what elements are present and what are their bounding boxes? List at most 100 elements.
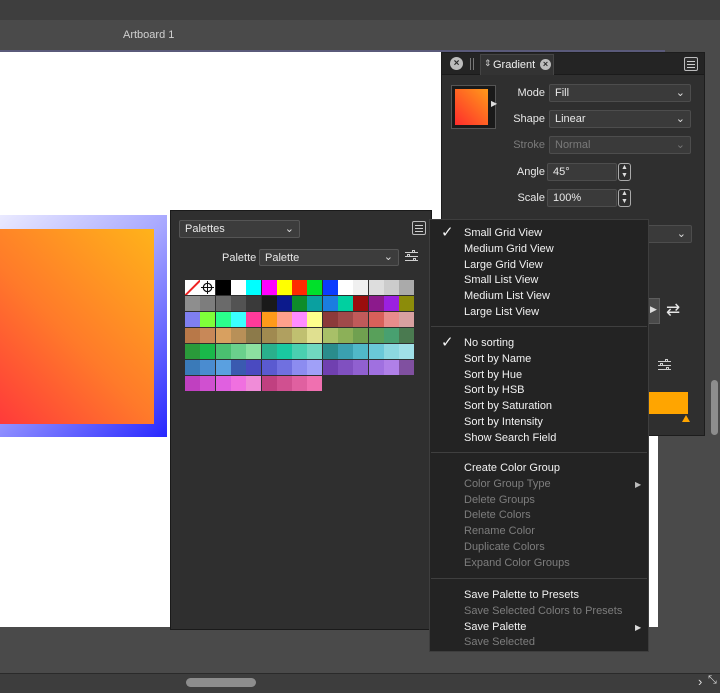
color-swatch[interactable] bbox=[200, 328, 216, 343]
angle-input[interactable]: 45° bbox=[547, 163, 617, 181]
color-swatch[interactable] bbox=[230, 360, 246, 375]
menu-item-large-grid-view[interactable]: Large Grid View bbox=[464, 259, 543, 271]
resize-grip-icon[interactable]: ⤡ bbox=[708, 674, 717, 687]
vertical-scrollbar-thumb[interactable] bbox=[711, 380, 718, 435]
gradient-type-select[interactable]: ⌄ bbox=[646, 225, 692, 243]
color-swatch[interactable] bbox=[368, 360, 384, 375]
color-swatch[interactable] bbox=[200, 312, 216, 327]
color-swatch[interactable] bbox=[338, 344, 353, 359]
color-swatch[interactable] bbox=[261, 280, 277, 295]
color-swatch[interactable] bbox=[246, 312, 262, 327]
panel-select-dropdown[interactable]: Palettes ⌄ bbox=[179, 220, 300, 238]
stepper-arrows-icon[interactable]: ▲ ▼ bbox=[618, 189, 631, 207]
color-swatch[interactable] bbox=[261, 296, 277, 311]
color-swatch[interactable] bbox=[230, 376, 246, 391]
color-swatch[interactable] bbox=[353, 328, 369, 343]
color-swatch[interactable] bbox=[276, 376, 292, 391]
menu-item-small-grid-view[interactable]: Small Grid View bbox=[464, 227, 542, 239]
color-swatch[interactable] bbox=[230, 312, 246, 327]
menu-item-sort-by-hsb[interactable]: Sort by HSB bbox=[464, 384, 525, 396]
color-swatch[interactable] bbox=[383, 280, 399, 295]
menu-item-create-color-group[interactable]: Create Color Group bbox=[464, 462, 560, 474]
color-swatch[interactable] bbox=[399, 328, 415, 343]
menu-item-small-list-view[interactable]: Small List View bbox=[464, 274, 538, 286]
color-swatch[interactable] bbox=[292, 360, 308, 375]
scale-input[interactable]: 100% bbox=[547, 189, 617, 207]
color-swatch[interactable] bbox=[185, 312, 200, 327]
menu-item-save-palette-to-presets[interactable]: Save Palette to Presets bbox=[464, 589, 579, 601]
color-swatch[interactable] bbox=[368, 312, 384, 327]
gradient-stop-marker[interactable] bbox=[682, 415, 690, 422]
color-swatch[interactable] bbox=[399, 296, 415, 311]
color-swatch[interactable] bbox=[261, 376, 277, 391]
color-swatch[interactable] bbox=[307, 296, 323, 311]
sliders-icon[interactable] bbox=[405, 250, 418, 262]
chevron-right-icon[interactable]: › bbox=[698, 674, 702, 689]
panel-menu-icon[interactable] bbox=[412, 221, 426, 235]
color-swatch[interactable] bbox=[261, 360, 277, 375]
color-swatch[interactable] bbox=[185, 344, 200, 359]
close-tab-icon[interactable]: × bbox=[540, 59, 551, 70]
color-swatch[interactable] bbox=[292, 376, 308, 391]
color-swatch[interactable] bbox=[399, 312, 415, 327]
color-swatch[interactable] bbox=[338, 360, 353, 375]
color-swatch[interactable] bbox=[230, 344, 246, 359]
color-swatch[interactable] bbox=[307, 280, 323, 295]
color-swatch[interactable] bbox=[200, 360, 216, 375]
color-swatch[interactable] bbox=[261, 328, 277, 343]
color-swatch[interactable] bbox=[276, 344, 292, 359]
color-swatch[interactable] bbox=[246, 296, 262, 311]
color-swatch[interactable] bbox=[246, 328, 262, 343]
menu-item-sort-by-hue[interactable]: Sort by Hue bbox=[464, 369, 522, 381]
mode-select[interactable]: Fill ⌄ bbox=[549, 84, 691, 102]
color-swatch[interactable] bbox=[307, 344, 323, 359]
color-swatch[interactable] bbox=[307, 312, 323, 327]
color-swatch[interactable] bbox=[338, 312, 353, 327]
color-swatch[interactable] bbox=[292, 296, 308, 311]
color-swatch[interactable] bbox=[383, 312, 399, 327]
horizontal-scrollbar-track[interactable] bbox=[0, 673, 720, 693]
color-swatch[interactable] bbox=[246, 280, 262, 295]
color-swatch[interactable] bbox=[383, 360, 399, 375]
gradient-color-bar[interactable] bbox=[648, 392, 688, 414]
color-swatch[interactable] bbox=[399, 280, 415, 295]
stepper-arrows-icon[interactable]: ▲ ▼ bbox=[618, 163, 631, 181]
color-swatch[interactable] bbox=[307, 360, 323, 375]
menu-item-medium-grid-view[interactable]: Medium Grid View bbox=[464, 243, 554, 255]
color-swatch[interactable] bbox=[200, 296, 216, 311]
color-swatch[interactable] bbox=[246, 376, 262, 391]
color-swatch[interactable] bbox=[353, 360, 369, 375]
color-swatch[interactable] bbox=[185, 296, 200, 311]
registration-swatch[interactable] bbox=[200, 280, 216, 295]
color-swatch[interactable] bbox=[185, 360, 200, 375]
color-swatch[interactable] bbox=[368, 328, 384, 343]
color-swatch[interactable] bbox=[276, 360, 292, 375]
color-swatch[interactable] bbox=[322, 280, 338, 295]
color-swatch[interactable] bbox=[322, 360, 338, 375]
menu-item-sort-by-saturation[interactable]: Sort by Saturation bbox=[464, 400, 552, 412]
color-swatch[interactable] bbox=[292, 280, 308, 295]
menu-item-save-palette[interactable]: Save Palette bbox=[464, 621, 526, 633]
color-swatch[interactable] bbox=[215, 360, 231, 375]
color-swatch[interactable] bbox=[353, 296, 369, 311]
shape-select[interactable]: Linear ⌄ bbox=[549, 110, 691, 128]
color-swatch[interactable] bbox=[276, 280, 292, 295]
color-swatch[interactable] bbox=[215, 328, 231, 343]
color-swatch[interactable] bbox=[399, 344, 415, 359]
color-swatch[interactable] bbox=[261, 312, 277, 327]
color-swatch[interactable] bbox=[322, 344, 338, 359]
color-swatch[interactable] bbox=[185, 376, 200, 391]
color-swatch[interactable] bbox=[261, 344, 277, 359]
tab-gradient[interactable]: ⇕ Gradient × bbox=[480, 54, 554, 75]
color-swatch[interactable] bbox=[215, 344, 231, 359]
swap-arrows-icon[interactable]: ⇄ bbox=[666, 300, 680, 320]
color-swatch[interactable] bbox=[307, 328, 323, 343]
palette-select[interactable]: Palette ⌄ bbox=[259, 249, 399, 266]
color-swatch[interactable] bbox=[353, 344, 369, 359]
color-swatch[interactable] bbox=[322, 312, 338, 327]
color-swatch[interactable] bbox=[368, 344, 384, 359]
color-swatch[interactable] bbox=[230, 296, 246, 311]
color-swatch[interactable] bbox=[383, 296, 399, 311]
menu-item-no-sorting[interactable]: No sorting bbox=[464, 337, 514, 349]
color-swatch[interactable] bbox=[246, 360, 262, 375]
